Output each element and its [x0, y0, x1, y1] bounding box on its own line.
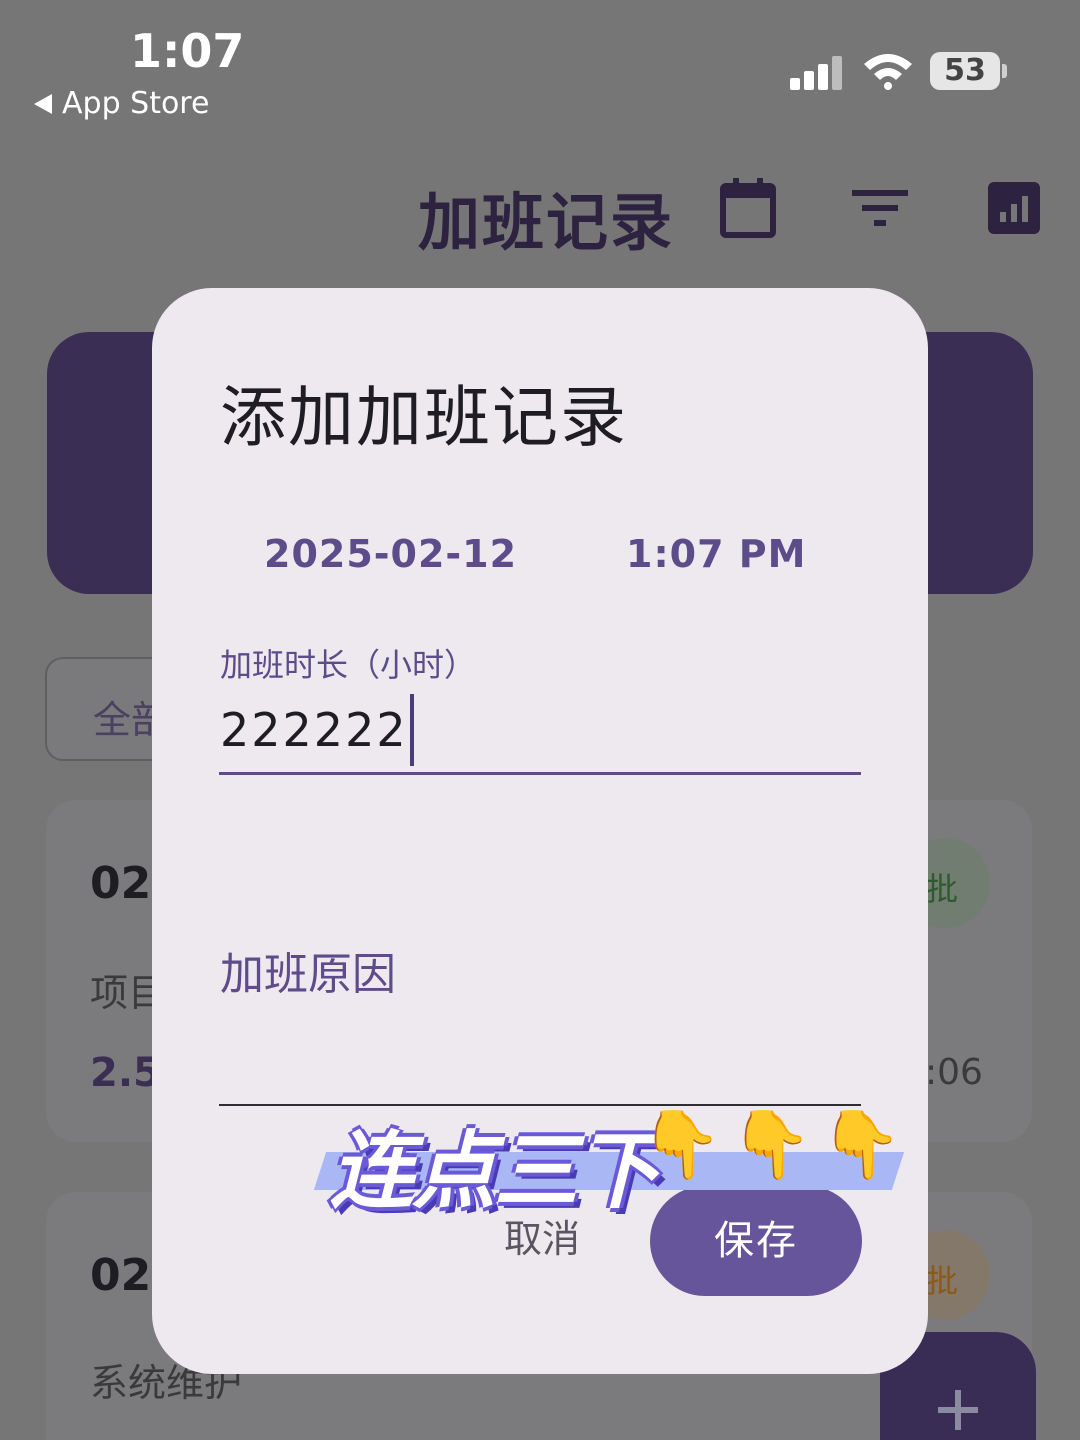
record-date: 02 — [90, 858, 152, 909]
duration-input-underline — [219, 772, 861, 775]
duration-input-value: 222222 — [220, 703, 408, 757]
filter-icon[interactable] — [852, 188, 908, 228]
chart-icon[interactable] — [988, 182, 1040, 234]
time-picker-button[interactable]: 1:07 PM — [626, 532, 806, 576]
record-hours: 2.5 — [90, 1050, 161, 1096]
reason-input[interactable]: 加班原因 — [220, 938, 396, 1002]
date-picker-button[interactable]: 2025-02-12 — [264, 532, 517, 576]
cellular-signal-icon — [790, 56, 842, 90]
duration-input[interactable]: 222222 — [220, 694, 414, 766]
battery-tip — [1002, 64, 1007, 78]
back-to-app-store-link[interactable]: App Store — [34, 86, 209, 121]
pointing-down-hand-icon: 👇 — [640, 1106, 723, 1183]
overlay-caption: 连点三下 — [330, 1122, 660, 1220]
back-triangle-icon — [34, 93, 52, 114]
record-date: 02 — [90, 1250, 152, 1301]
pointing-down-hand-icon: 👇 — [730, 1106, 813, 1183]
pointing-down-hand-icon: 👇 — [820, 1106, 903, 1183]
record-time: :06 — [925, 1052, 983, 1093]
calendar-icon[interactable] — [720, 178, 776, 238]
back-link-label: App Store — [62, 86, 210, 121]
plus-icon — [938, 1390, 978, 1430]
wifi-icon — [864, 54, 912, 90]
save-button[interactable]: 保存 — [650, 1186, 862, 1296]
battery-indicator: 53 — [930, 52, 1000, 90]
app-title: 加班记录 — [418, 186, 675, 259]
duration-label: 加班时长（小时） — [220, 646, 477, 684]
status-time: 1:07 — [130, 24, 245, 78]
dialog-title: 添加加班记录 — [220, 379, 628, 456]
text-caret — [409, 694, 414, 766]
